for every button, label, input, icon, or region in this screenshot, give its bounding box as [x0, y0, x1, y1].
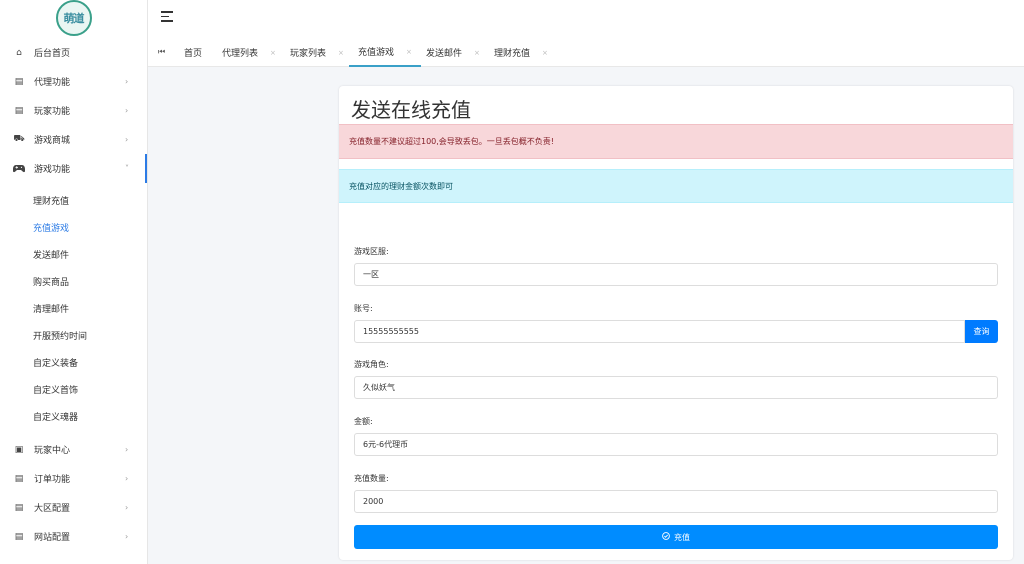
sidebar-item-player[interactable]: ▤ 玩家功能 ›: [0, 96, 147, 125]
tab-label: 充值游戏: [358, 48, 395, 58]
query-button[interactable]: 查询: [965, 320, 998, 343]
subnav-item[interactable]: 发送邮件: [0, 241, 147, 268]
tab-scroll-left-icon[interactable]: ⏮: [158, 47, 165, 57]
tab-send-mail[interactable]: 发送邮件 ×: [426, 38, 480, 67]
recharge-submit-button[interactable]: 充值: [354, 525, 998, 549]
tab-recharge-game[interactable]: 充值游戏 ×: [349, 38, 421, 67]
submit-label: 充值: [674, 532, 690, 542]
sidebar-item-label: 网站配置: [34, 533, 71, 543]
tab-label: 发送邮件: [426, 49, 463, 59]
tab-label: 代理列表: [222, 49, 259, 59]
server-label: 游戏区服:: [354, 247, 389, 256]
tab-player-list[interactable]: 玩家列表 ×: [290, 38, 344, 67]
close-icon[interactable]: ×: [474, 49, 480, 57]
subnav-item[interactable]: 开服预约时间: [0, 322, 147, 349]
home-icon: ⌂: [16, 47, 22, 58]
chevron-down-icon: ˅: [125, 164, 129, 173]
account-input[interactable]: 15555555555: [354, 320, 965, 343]
sidebar-item-label: 订单功能: [34, 475, 71, 485]
sidebar-item-label: 游戏功能: [34, 165, 71, 175]
list-icon: ▤: [14, 502, 24, 513]
tab-finance-recharge[interactable]: 理财充值 ×: [494, 38, 548, 67]
cart-icon: ⛟: [13, 134, 25, 144]
user-card-icon: ▣: [14, 444, 24, 455]
quantity-label: 充值数量:: [354, 474, 389, 483]
recharge-card: 发送在线充值 充值数量不建议超过100,会导致丢包。一旦丢包概不负责! 充值对应…: [339, 86, 1013, 560]
logo-area: 萌道: [0, 0, 147, 38]
tab-label: 玩家列表: [290, 49, 327, 59]
sidebar-item-label: 游戏商城: [34, 136, 71, 146]
chevron-right-icon: ›: [125, 106, 129, 115]
subnav-item[interactable]: 清理邮件: [0, 295, 147, 322]
subnav-item[interactable]: 自定义首饰: [0, 376, 147, 403]
sidebar-item-shop[interactable]: ⛟ 游戏商城 ›: [0, 125, 147, 154]
subnav-item[interactable]: 自定义装备: [0, 349, 147, 376]
amount-label: 金额:: [354, 417, 373, 426]
top-bar: [148, 0, 1024, 38]
close-icon[interactable]: ×: [542, 49, 548, 57]
list-icon: ▤: [14, 473, 24, 484]
chevron-right-icon: ›: [125, 77, 129, 86]
chevron-right-icon: ›: [125, 445, 129, 454]
sidebar-item-label: 代理功能: [34, 78, 71, 88]
sidebar-item-region-config[interactable]: ▤ 大区配置 ›: [0, 493, 147, 522]
chevron-right-icon: ›: [125, 135, 129, 144]
tab-agent-list[interactable]: 代理列表 ×: [222, 38, 276, 67]
tab-label: 理财充值: [494, 49, 531, 59]
chevron-right-icon: ›: [125, 503, 129, 512]
sidebar-item-dashboard[interactable]: ⌂ 后台首页: [0, 38, 147, 67]
sidebar-item-label: 玩家功能: [34, 107, 71, 117]
page-title: 发送在线充值: [351, 98, 471, 122]
subnav-item[interactable]: 购买商品: [0, 268, 147, 295]
close-icon[interactable]: ×: [406, 48, 412, 56]
sidebar-item-site-config[interactable]: ▤ 网站配置 ›: [0, 522, 147, 551]
tab-home[interactable]: 首页: [184, 38, 202, 67]
sidebar-item-label: 玩家中心: [34, 446, 71, 456]
info-alert: 充值对应的理财金额次数即可: [339, 169, 1013, 203]
sidebar-item-agent[interactable]: ▤ 代理功能 ›: [0, 67, 147, 96]
quantity-input[interactable]: 2000: [354, 490, 998, 513]
account-label: 账号:: [354, 304, 373, 313]
chevron-right-icon: ›: [125, 474, 129, 483]
sidebar-item-orders[interactable]: ▤ 订单功能 ›: [0, 464, 147, 493]
menu-toggle-icon[interactable]: [161, 11, 173, 22]
list-icon: ▤: [14, 105, 24, 116]
subnav-item[interactable]: 自定义魂器: [0, 403, 147, 430]
sidebar-item-label: 大区配置: [34, 504, 71, 514]
subnav-item[interactable]: 理财充值: [0, 187, 147, 214]
role-select[interactable]: 久似妖气: [354, 376, 998, 399]
role-label: 游戏角色:: [354, 360, 389, 369]
sidebar-item-player-center[interactable]: ▣ 玩家中心 ›: [0, 435, 147, 464]
warning-alert: 充值数量不建议超过100,会导致丢包。一旦丢包概不负责!: [339, 124, 1013, 159]
sidebar-item-game[interactable]: 游戏功能 ˅: [0, 154, 147, 183]
logo[interactable]: 萌道: [55, 0, 92, 36]
server-select[interactable]: 一区: [354, 263, 998, 286]
chevron-right-icon: ›: [125, 532, 129, 541]
close-icon[interactable]: ×: [338, 49, 344, 57]
sidebar-item-label: 后台首页: [34, 49, 71, 59]
tab-bar: ⏮ 首页 代理列表 × 玩家列表 × 充值游戏 × 发送邮件 × 理财充值 ×: [148, 38, 1024, 67]
tab-label: 首页: [184, 49, 203, 59]
list-icon: ▤: [14, 531, 24, 542]
amount-select[interactable]: 6元-6代理币: [354, 433, 998, 456]
check-circle-icon: [662, 532, 670, 542]
sidebar: 萌道 ⌂ 后台首页 ▤ 代理功能 › ▤ 玩家功能 › ⛟ 游戏商城 › 游戏功…: [0, 0, 148, 564]
list-icon: ▤: [14, 76, 24, 87]
gamepad-icon: [13, 163, 25, 175]
close-icon[interactable]: ×: [270, 49, 276, 57]
subnav-item-active[interactable]: 充值游戏: [0, 214, 147, 241]
